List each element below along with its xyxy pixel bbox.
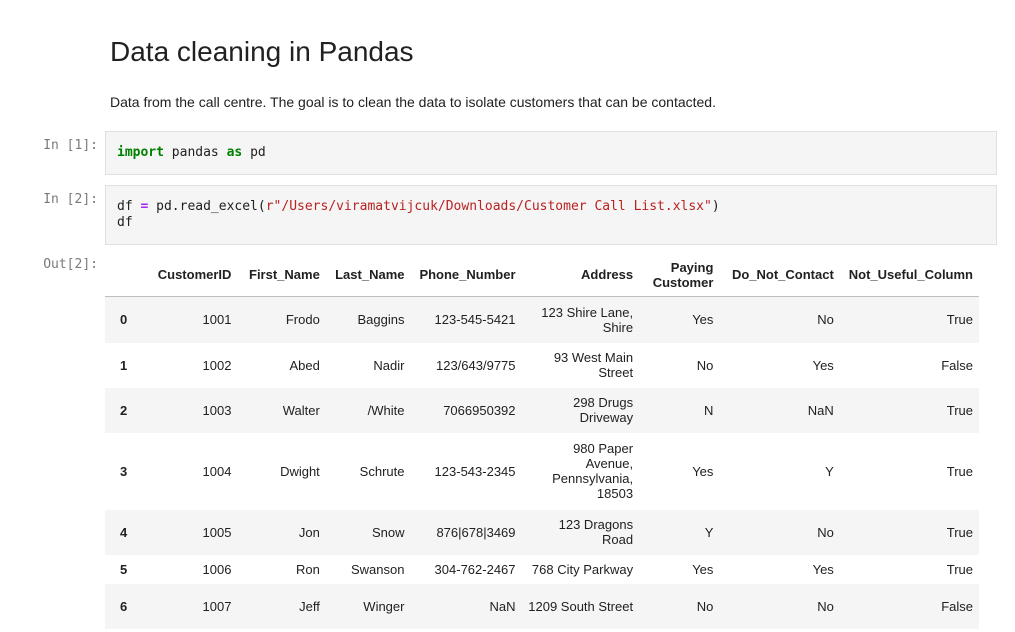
code-keyword-as: as bbox=[226, 145, 243, 160]
table-cell: 768 City Parkway bbox=[531, 561, 634, 577]
table-cell: Winger bbox=[363, 598, 405, 614]
row-index: 4 bbox=[120, 524, 128, 540]
table-cell: 93 West Main Street bbox=[553, 350, 634, 380]
table-cell: Swanson bbox=[351, 561, 405, 577]
dataframe-table: CustomerID First_Name Last_Name Phone_Nu… bbox=[105, 253, 979, 629]
table-cell: Y bbox=[704, 524, 714, 540]
table-cell: No bbox=[817, 312, 834, 328]
table-cell: Frodo bbox=[285, 312, 320, 328]
table-cell: Walter bbox=[282, 402, 320, 418]
code-cell-1[interactable]: import pandas as pd bbox=[105, 131, 997, 175]
table-cell: 298 Drugs Driveway bbox=[573, 395, 634, 425]
table-row: 3 1004 Dwight Schrute 123-543-2345 980 P… bbox=[105, 433, 979, 510]
table-cell: Yes bbox=[812, 561, 834, 577]
table-cell: 7066950392 bbox=[443, 402, 516, 418]
table-cell: 123-543-2345 bbox=[434, 463, 516, 479]
table-cell: Snow bbox=[371, 524, 405, 540]
table-cell: Yes bbox=[692, 561, 714, 577]
table-cell: No bbox=[696, 598, 714, 614]
table-header-row: CustomerID First_Name Last_Name Phone_Nu… bbox=[105, 253, 979, 297]
table-row: 2 1003 Walter /White 7066950392 298 Drug… bbox=[105, 387, 979, 433]
table-cell: 123 Dragons Road bbox=[558, 517, 634, 547]
table-cell: False bbox=[941, 357, 973, 373]
table-cell: 1004 bbox=[202, 463, 232, 479]
notebook-description: Data from the call centre. The goal is t… bbox=[110, 94, 716, 110]
column-header: Phone_Number bbox=[410, 253, 522, 297]
column-header-index bbox=[105, 253, 144, 297]
code-call: pd.read_excel( bbox=[148, 199, 266, 214]
column-header: Paying Customer bbox=[639, 253, 720, 297]
code-alias: pd bbox=[242, 145, 266, 160]
table-cell: No bbox=[817, 524, 834, 540]
row-index: 1 bbox=[120, 357, 128, 373]
table-cell: Abed bbox=[289, 357, 320, 373]
table-cell: Yes bbox=[692, 312, 714, 328]
code-keyword-import: import bbox=[117, 145, 164, 160]
table-cell: 1209 South Street bbox=[528, 598, 634, 614]
table-cell: Schrute bbox=[359, 463, 405, 479]
code-var: df bbox=[117, 199, 141, 214]
table-cell: Jeff bbox=[299, 598, 320, 614]
notebook-title: Data cleaning in Pandas bbox=[110, 36, 414, 67]
dataframe-output: CustomerID First_Name Last_Name Phone_Nu… bbox=[105, 253, 979, 629]
code-cell-2[interactable]: df = pd.read_excel(r"/Users/viramatvijcu… bbox=[105, 185, 997, 245]
table-cell: 1001 bbox=[202, 312, 232, 328]
table-cell: /White bbox=[367, 402, 405, 418]
table-cell: N bbox=[704, 402, 714, 418]
table-cell: Yes bbox=[692, 463, 714, 479]
table-cell: 1005 bbox=[202, 524, 232, 540]
table-cell: True bbox=[946, 463, 973, 479]
table-row: 0 1001 Frodo Baggins 123-545-5421 123 Sh… bbox=[105, 296, 979, 343]
table-cell: No bbox=[817, 598, 834, 614]
table-cell: 876|678|3469 bbox=[436, 524, 516, 540]
output-prompt: Out[2]: bbox=[43, 257, 98, 272]
table-cell: 1006 bbox=[202, 561, 232, 577]
row-index: 5 bbox=[120, 561, 128, 577]
table-cell: 980 Paper Avenue, Pennsylvania, 18503 bbox=[552, 441, 634, 501]
table-row: 6 1007 Jeff Winger NaN 1209 South Street… bbox=[105, 583, 979, 629]
table-row: 5 1006 Ron Swanson 304-762-2467 768 City… bbox=[105, 555, 979, 584]
column-header: Address bbox=[521, 253, 640, 297]
table-cell: Yes bbox=[812, 357, 834, 373]
input-prompt-1: In [1]: bbox=[43, 138, 98, 153]
table-row: 4 1005 Jon Snow 876|678|3469 123 Dragons… bbox=[105, 509, 979, 555]
code-module: pandas bbox=[163, 145, 227, 160]
table-cell: True bbox=[946, 561, 973, 577]
table-cell: Y bbox=[825, 463, 834, 479]
code-line-2: df bbox=[117, 215, 133, 230]
column-header: Last_Name bbox=[325, 253, 411, 297]
table-cell: Ron bbox=[295, 561, 320, 577]
table-cell: 1007 bbox=[202, 598, 232, 614]
row-index: 0 bbox=[120, 312, 128, 328]
column-header: First_Name bbox=[237, 253, 326, 297]
table-cell: 123-545-5421 bbox=[434, 312, 516, 328]
table-cell: True bbox=[946, 312, 973, 328]
column-header: CustomerID bbox=[143, 253, 238, 297]
table-cell: True bbox=[946, 402, 973, 418]
table-cell: NaN bbox=[807, 402, 834, 418]
column-header: Not_Useful_Column bbox=[839, 253, 979, 297]
table-row: 1 1002 Abed Nadir 123/643/9775 93 West M… bbox=[105, 343, 979, 388]
table-cell: Nadir bbox=[373, 357, 405, 373]
column-header: Do_Not_Contact bbox=[719, 253, 840, 297]
code-paren: ) bbox=[711, 199, 720, 214]
table-cell: Dwight bbox=[280, 463, 320, 479]
table-cell: 1003 bbox=[202, 402, 232, 418]
row-index: 3 bbox=[120, 463, 128, 479]
row-index: 6 bbox=[120, 598, 128, 614]
input-prompt-2: In [2]: bbox=[43, 192, 98, 207]
row-index: 2 bbox=[120, 402, 128, 418]
table-cell: Jon bbox=[298, 524, 320, 540]
table-cell: False bbox=[941, 598, 973, 614]
table-cell: True bbox=[946, 524, 973, 540]
table-cell: No bbox=[696, 357, 714, 373]
table-cell: 123/643/9775 bbox=[435, 357, 516, 373]
table-cell: NaN bbox=[489, 598, 516, 614]
table-cell: Baggins bbox=[357, 312, 405, 328]
table-cell: 123 Shire Lane, Shire bbox=[541, 304, 634, 335]
code-string: r"/Users/viramatvijcuk/Downloads/Custome… bbox=[265, 199, 712, 214]
table-cell: 1002 bbox=[202, 357, 232, 373]
table-cell: 304-762-2467 bbox=[434, 561, 516, 577]
